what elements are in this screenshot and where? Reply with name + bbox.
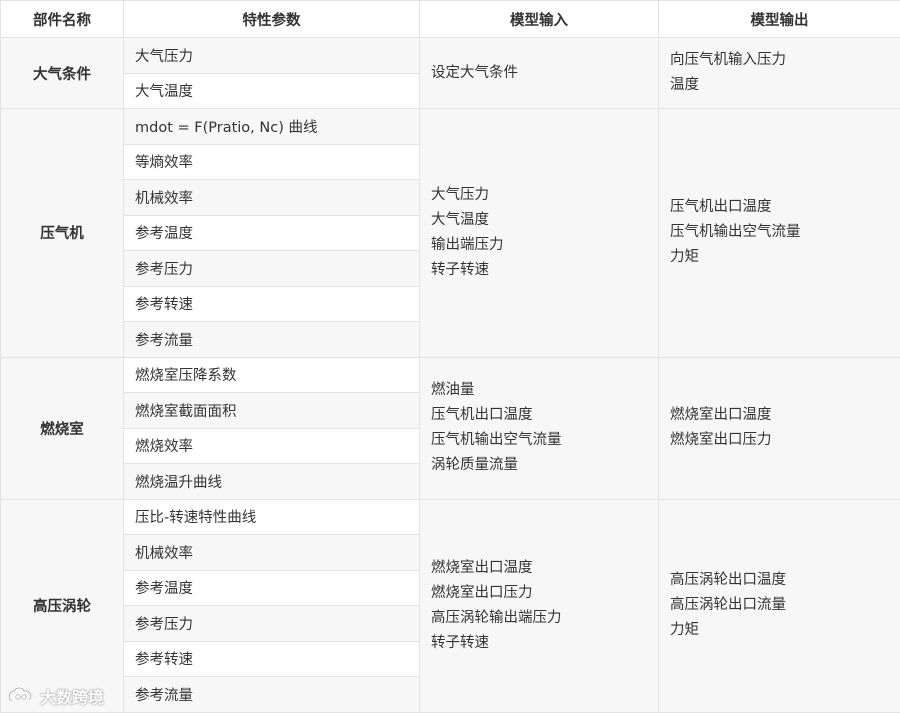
model-output-cell: 高压涡轮出口温度 高压涡轮出口流量 力矩 bbox=[658, 498, 900, 713]
input-line: 转子转速 bbox=[431, 634, 489, 651]
model-input-cell: 燃烧室出口温度 燃烧室出口压力高压涡轮输出端压力 转子转速 bbox=[419, 498, 659, 713]
model-output-cell: 燃烧室出口温度 燃烧室出口压力 bbox=[658, 356, 900, 500]
param-cell: 等熵效率 bbox=[123, 143, 420, 180]
model-input-cell: 设定大气条件 bbox=[419, 37, 659, 109]
header-component-name: 部件名称 bbox=[0, 0, 124, 38]
param-cell: 大气压力 bbox=[123, 37, 420, 74]
output-line: 燃烧室出口压力 bbox=[670, 432, 772, 448]
input-line: 压气机输出空气流量 bbox=[431, 432, 562, 448]
component-parameters-table: 部件名称 特性参数 模型输入 模型输出 大气条件 大气压力 设定大气条件 向压气机输入… bbox=[0, 0, 900, 713]
param-cell: 压比-转速特性曲线 bbox=[123, 498, 420, 535]
input-line: 输出端压力 bbox=[431, 236, 504, 253]
output-line: 力矩 bbox=[670, 622, 699, 638]
component-name-atmosphere: 大气条件 bbox=[0, 37, 124, 109]
param-cell: mdot = F(Pratio, Nc) 曲线 bbox=[123, 108, 420, 145]
input-line: 燃烧室出口压力 bbox=[431, 584, 533, 601]
param-cell: 大气温度 bbox=[123, 72, 420, 109]
input-line: 燃油量 bbox=[431, 382, 475, 398]
param-cell: 参考流量 bbox=[123, 676, 420, 713]
output-line: 压气机输出空气流量 bbox=[670, 224, 801, 241]
header-model-input: 模型输入 bbox=[419, 0, 659, 38]
output-line: 向压气机输入压力 bbox=[670, 52, 786, 68]
output-line: 高压涡轮出口温度 bbox=[670, 572, 786, 588]
model-output-cell: 向压气机输入压力 温度 bbox=[658, 37, 900, 109]
param-cell: 参考流量 bbox=[123, 321, 420, 358]
param-cell: 参考温度 bbox=[123, 569, 420, 606]
param-cell: 参考转速 bbox=[123, 640, 420, 677]
output-line: 温度 bbox=[670, 77, 699, 93]
param-cell: 参考压力 bbox=[123, 605, 420, 642]
input-line: 涡轮质量流量 bbox=[431, 457, 518, 473]
header-row: 部件名称 特性参数 模型输入 模型输出 bbox=[0, 0, 900, 38]
param-cell: 燃烧效率 bbox=[123, 427, 420, 464]
component-name-compressor: 压气机 bbox=[0, 108, 124, 358]
watermark: 大数跨境 bbox=[6, 684, 104, 708]
param-cell: 机械效率 bbox=[123, 534, 420, 571]
input-line: 转子转速 bbox=[431, 261, 489, 278]
header-characteristic-params: 特性参数 bbox=[123, 0, 420, 38]
output-line: 高压涡轮出口流量 bbox=[670, 597, 786, 613]
output-line: 力矩 bbox=[670, 249, 699, 266]
table-row: 高压涡轮 压比-转速特性曲线燃烧室出口温度 燃烧室出口压力高压涡轮输出端压力 转子转速… bbox=[0, 498, 900, 713]
input-line: 设定大气条件 bbox=[431, 64, 518, 81]
table-body: 大气条件 大气压力 设定大气条件 向压气机输入压力 温度 大气温度 压气机 mdot = F(… bbox=[0, 37, 900, 713]
param-cell: 参考温度 bbox=[123, 214, 420, 251]
param-cell: 参考转速 bbox=[123, 285, 420, 322]
param-cell: 燃烧室截面面积 bbox=[123, 392, 420, 429]
param-cell: 参考压力 bbox=[123, 250, 420, 287]
param-cell: 燃烧室压降系数 bbox=[123, 356, 420, 393]
output-line: 压气机出口温度 bbox=[670, 199, 772, 216]
header-model-output: 模型输出 bbox=[658, 0, 900, 38]
input-line: 大气压力 bbox=[431, 186, 489, 203]
param-cell: 燃烧温升曲线 bbox=[123, 463, 420, 500]
input-line: 大气温度 bbox=[431, 211, 489, 228]
component-name-hp-turbine: 高压涡轮 bbox=[0, 498, 124, 713]
model-input-cell: 大气压力大气温度输出端压力转子转速 bbox=[419, 108, 659, 358]
input-line: 燃烧室出口温度 bbox=[431, 559, 533, 576]
watermark-text: 大数跨境 bbox=[40, 688, 105, 707]
table-row: 压气机 mdot = F(Pratio, Nc) 曲线大气压力大气温度输出端压力转… bbox=[0, 108, 900, 358]
table-row: 燃烧室 燃烧室压降系数 燃油量 压气机出口温度 压气机输出空气流量 涡轮质量流量 燃烧室出口… bbox=[0, 356, 900, 500]
model-input-cell: 燃油量压气机出口温度压气机输出空气流量 涡轮质量流量 bbox=[419, 356, 659, 500]
model-output-cell: 压气机出口温度压气机输出空气流量 力矩 bbox=[658, 108, 900, 358]
input-line: 高压涡轮输出端压力 bbox=[431, 609, 562, 626]
brand-logo-icon bbox=[6, 686, 36, 706]
input-line: 压气机出口温度 bbox=[431, 407, 533, 423]
param-cell: 机械效率 bbox=[123, 179, 420, 216]
table-row: 大气条件 大气压力 设定大气条件 向压气机输入压力 温度 bbox=[0, 37, 900, 109]
component-name-combustor: 燃烧室 bbox=[0, 356, 124, 500]
output-line: 燃烧室出口温度 bbox=[670, 407, 772, 423]
